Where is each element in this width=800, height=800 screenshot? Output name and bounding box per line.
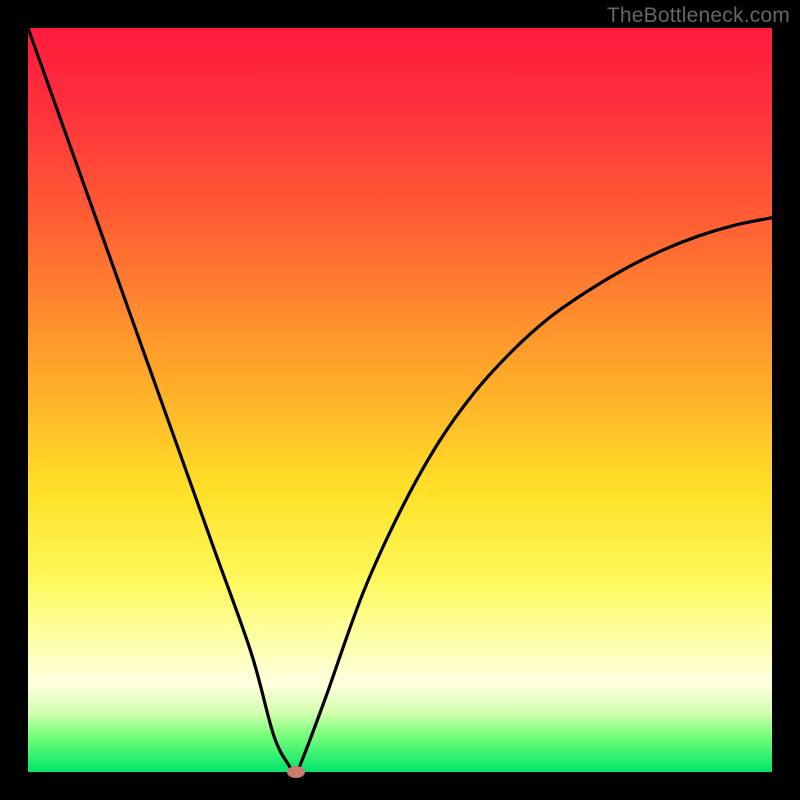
plot-area (28, 28, 772, 772)
bottleneck-curve (28, 28, 772, 772)
optimal-point-marker (287, 766, 305, 778)
watermark-text: TheBottleneck.com (607, 4, 790, 28)
